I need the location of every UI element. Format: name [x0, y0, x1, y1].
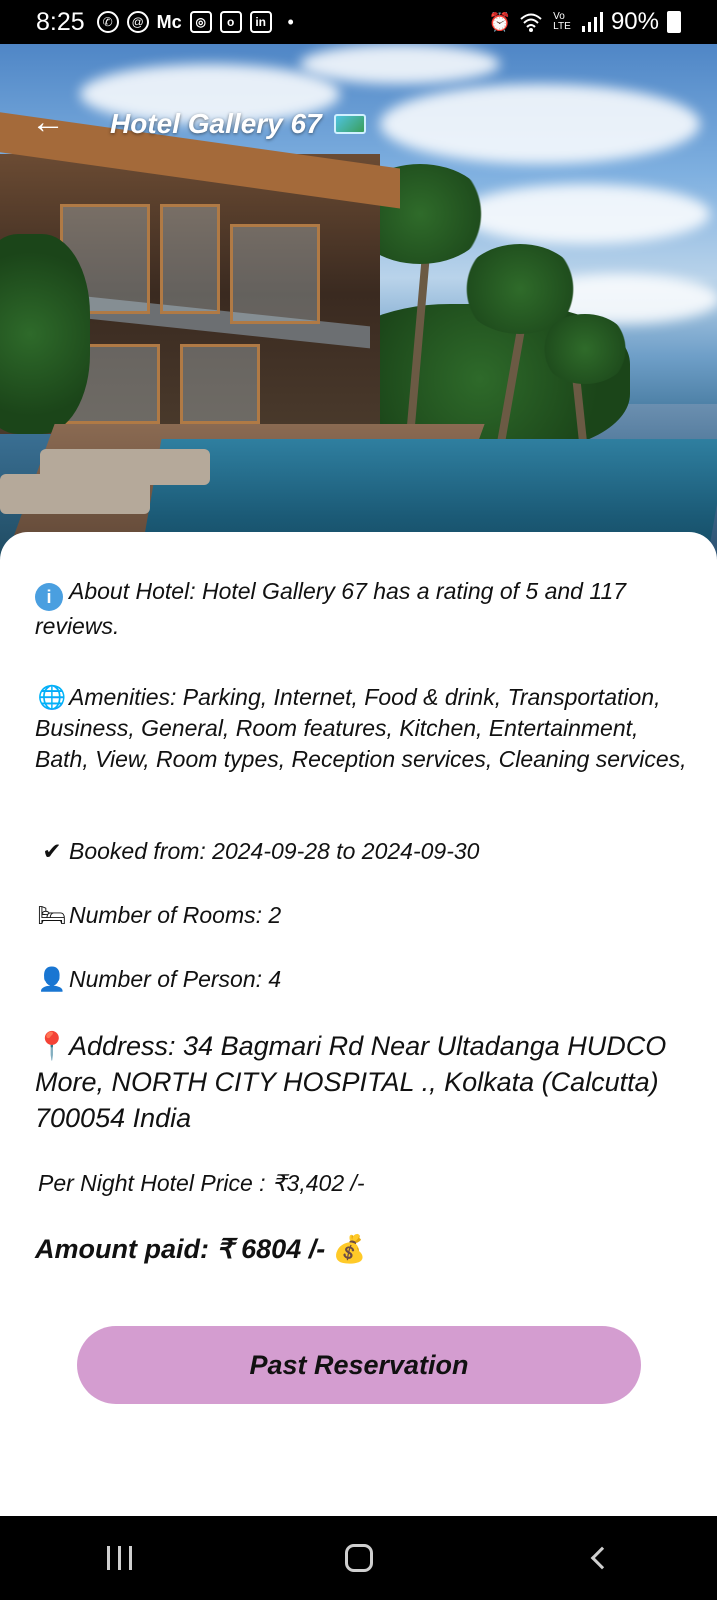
- map-icon: [333, 114, 366, 134]
- about-text: About Hotel: Hotel Gallery 67 has a rati…: [35, 578, 627, 639]
- rooms-value: Number of Rooms: 2: [69, 902, 282, 928]
- mc-icon: Mc: [156, 11, 182, 32]
- booked-dates-text: ✔ Booked from: 2024-09-28 to 2024-09-30: [35, 836, 695, 867]
- info-icon: i: [35, 583, 63, 611]
- dot-icon: •: [287, 11, 294, 32]
- check-icon: ✔: [42, 838, 62, 864]
- rooms-text: 🛏 Number of Rooms: 2: [35, 900, 695, 931]
- home-icon[interactable]: [344, 1544, 373, 1572]
- page-title: Hotel Gallery 67: [110, 108, 366, 140]
- back-arrow-icon[interactable]: ←: [30, 104, 66, 140]
- amenities-value: Amenities: Parking, Internet, Food & dri…: [35, 684, 687, 772]
- amount-paid: Amount paid: ₹ 6804 /- 💰: [35, 1234, 695, 1265]
- status-left: 8:25 ✆ @ Mc ◎ o in •: [36, 8, 302, 37]
- person-icon: 👤: [37, 966, 67, 992]
- about-hotel-text: i About Hotel: Hotel Gallery 67 has a rat…: [35, 576, 695, 642]
- bed-icon: 🛏: [37, 902, 67, 928]
- amount-value: Amount paid: ₹ 6804 /-: [35, 1234, 326, 1264]
- linkedin-icon: in: [249, 11, 272, 33]
- booked-value: Booked from: 2024-09-28 to 2024-09-30: [69, 838, 480, 864]
- status-time: 8:25: [36, 7, 85, 36]
- persons-value: Number of Person: 4: [69, 966, 282, 992]
- nav-back-icon[interactable]: [590, 1546, 614, 1570]
- outlook-icon: o: [219, 11, 242, 33]
- threads-icon: @: [126, 11, 149, 33]
- alarm-icon: ⏰: [488, 11, 511, 32]
- instagram-icon: ◎: [189, 11, 212, 33]
- hotel-title-text: Hotel Gallery 67: [110, 108, 322, 139]
- globe-icon: 🌐: [37, 684, 67, 710]
- persons-text: 👤 Number of Person: 4: [35, 964, 695, 995]
- wifi-icon: [519, 11, 543, 33]
- amenities-text: 🌐 Amenities: Parking, Internet, Food & dr…: [35, 682, 695, 775]
- recents-icon[interactable]: [106, 1546, 132, 1570]
- signal-icon: [581, 11, 603, 33]
- money-bag-icon: 💰: [332, 1234, 367, 1264]
- status-bar: 8:25 ✆ @ Mc ◎ o in • ⏰ Vo LTE 90%: [0, 0, 717, 44]
- battery-percent: 90%: [610, 8, 659, 35]
- status-right: ⏰ Vo LTE 90%: [489, 8, 681, 36]
- whatsapp-icon: ✆: [96, 11, 119, 33]
- battery-icon: [667, 11, 681, 33]
- address-value: Address: 34 Bagmari Rd Near Ultadanga HU…: [35, 1031, 667, 1133]
- address-text: 📍Address: 34 Bagmari Rd Near Ultadanga H…: [35, 1028, 695, 1136]
- past-reservation-button[interactable]: Past Reservation: [77, 1326, 641, 1404]
- volte-icon: Vo LTE: [553, 11, 571, 32]
- system-nav-bar: [0, 1516, 717, 1600]
- per-night-price: Per Night Hotel Price : ₹3,402 /-: [38, 1170, 365, 1196]
- pin-icon: 📍: [35, 1031, 69, 1061]
